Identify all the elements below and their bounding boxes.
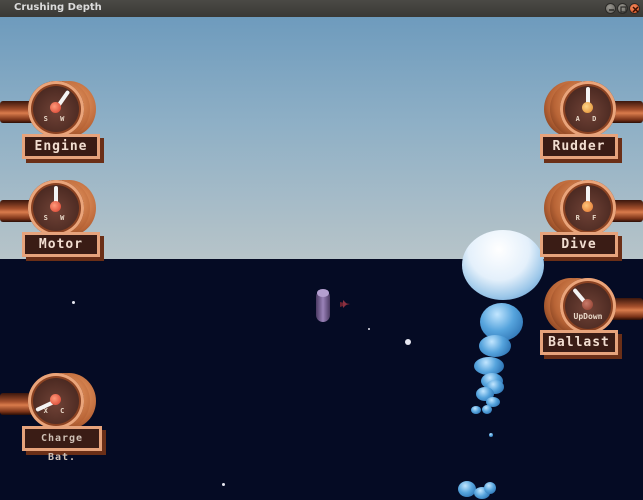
gauge-face: S W xyxy=(28,81,84,137)
ballast-label: Ballast xyxy=(540,330,618,355)
ballast-gauge[interactable]: UpDown xyxy=(544,278,618,334)
rudder-label: Rudder xyxy=(540,134,618,159)
gauge-hub xyxy=(50,394,61,405)
gauge-hub xyxy=(50,201,61,212)
minimize-icon xyxy=(609,9,614,11)
game-window: Crushing Depth S W Engine S W Motor X C … xyxy=(0,0,643,500)
gauge-face: R F xyxy=(560,180,616,236)
gauge-keys: S W xyxy=(43,115,69,123)
dive-gauge[interactable]: R F xyxy=(544,180,618,236)
title-bar[interactable]: Crushing Depth xyxy=(0,0,643,17)
gauge-keys: R F xyxy=(575,214,601,222)
charge-battery-gauge[interactable]: X C xyxy=(28,373,98,429)
rudder-gauge[interactable]: A D xyxy=(544,81,618,137)
gauge-hub xyxy=(582,299,593,310)
gauge-keys: X C xyxy=(43,407,69,415)
dive-label: Dive xyxy=(540,232,618,257)
minimize-button[interactable] xyxy=(605,3,616,14)
particle xyxy=(222,483,225,486)
gauge-keys: UpDown xyxy=(573,312,603,321)
window-title: Crushing Depth xyxy=(14,2,102,13)
bubble xyxy=(484,482,496,494)
game-scene[interactable]: S W Engine S W Motor X C Charge Bat. A D… xyxy=(0,17,643,500)
large-bubble xyxy=(462,230,544,300)
engine-gauge[interactable]: S W xyxy=(28,81,98,137)
maximize-icon xyxy=(620,6,627,13)
gauge-hub xyxy=(50,102,61,113)
gauge-face: A D xyxy=(560,81,616,137)
motor-label: Motor xyxy=(22,232,100,257)
charge-battery-label: Charge Bat. xyxy=(22,426,102,463)
particle xyxy=(72,301,75,304)
gauge-hub xyxy=(582,201,593,212)
maximize-button[interactable] xyxy=(617,3,628,14)
bubble xyxy=(482,405,492,414)
gauge-keys: S W xyxy=(43,214,69,222)
gauge-face: UpDown xyxy=(560,278,616,334)
particle xyxy=(368,328,370,330)
bubble xyxy=(489,433,493,437)
engine-label: Engine xyxy=(22,134,100,159)
gauge-keys: A D xyxy=(575,115,601,123)
particle xyxy=(405,339,411,345)
gauge-hub xyxy=(582,102,593,113)
close-icon xyxy=(632,6,639,13)
motor-gauge[interactable]: S W xyxy=(28,180,98,236)
gauge-face: X C xyxy=(28,373,84,429)
submarine xyxy=(316,289,350,322)
bubble xyxy=(479,335,511,357)
close-button[interactable] xyxy=(629,3,640,14)
gauge-face: S W xyxy=(28,180,84,236)
bubble xyxy=(471,406,481,414)
